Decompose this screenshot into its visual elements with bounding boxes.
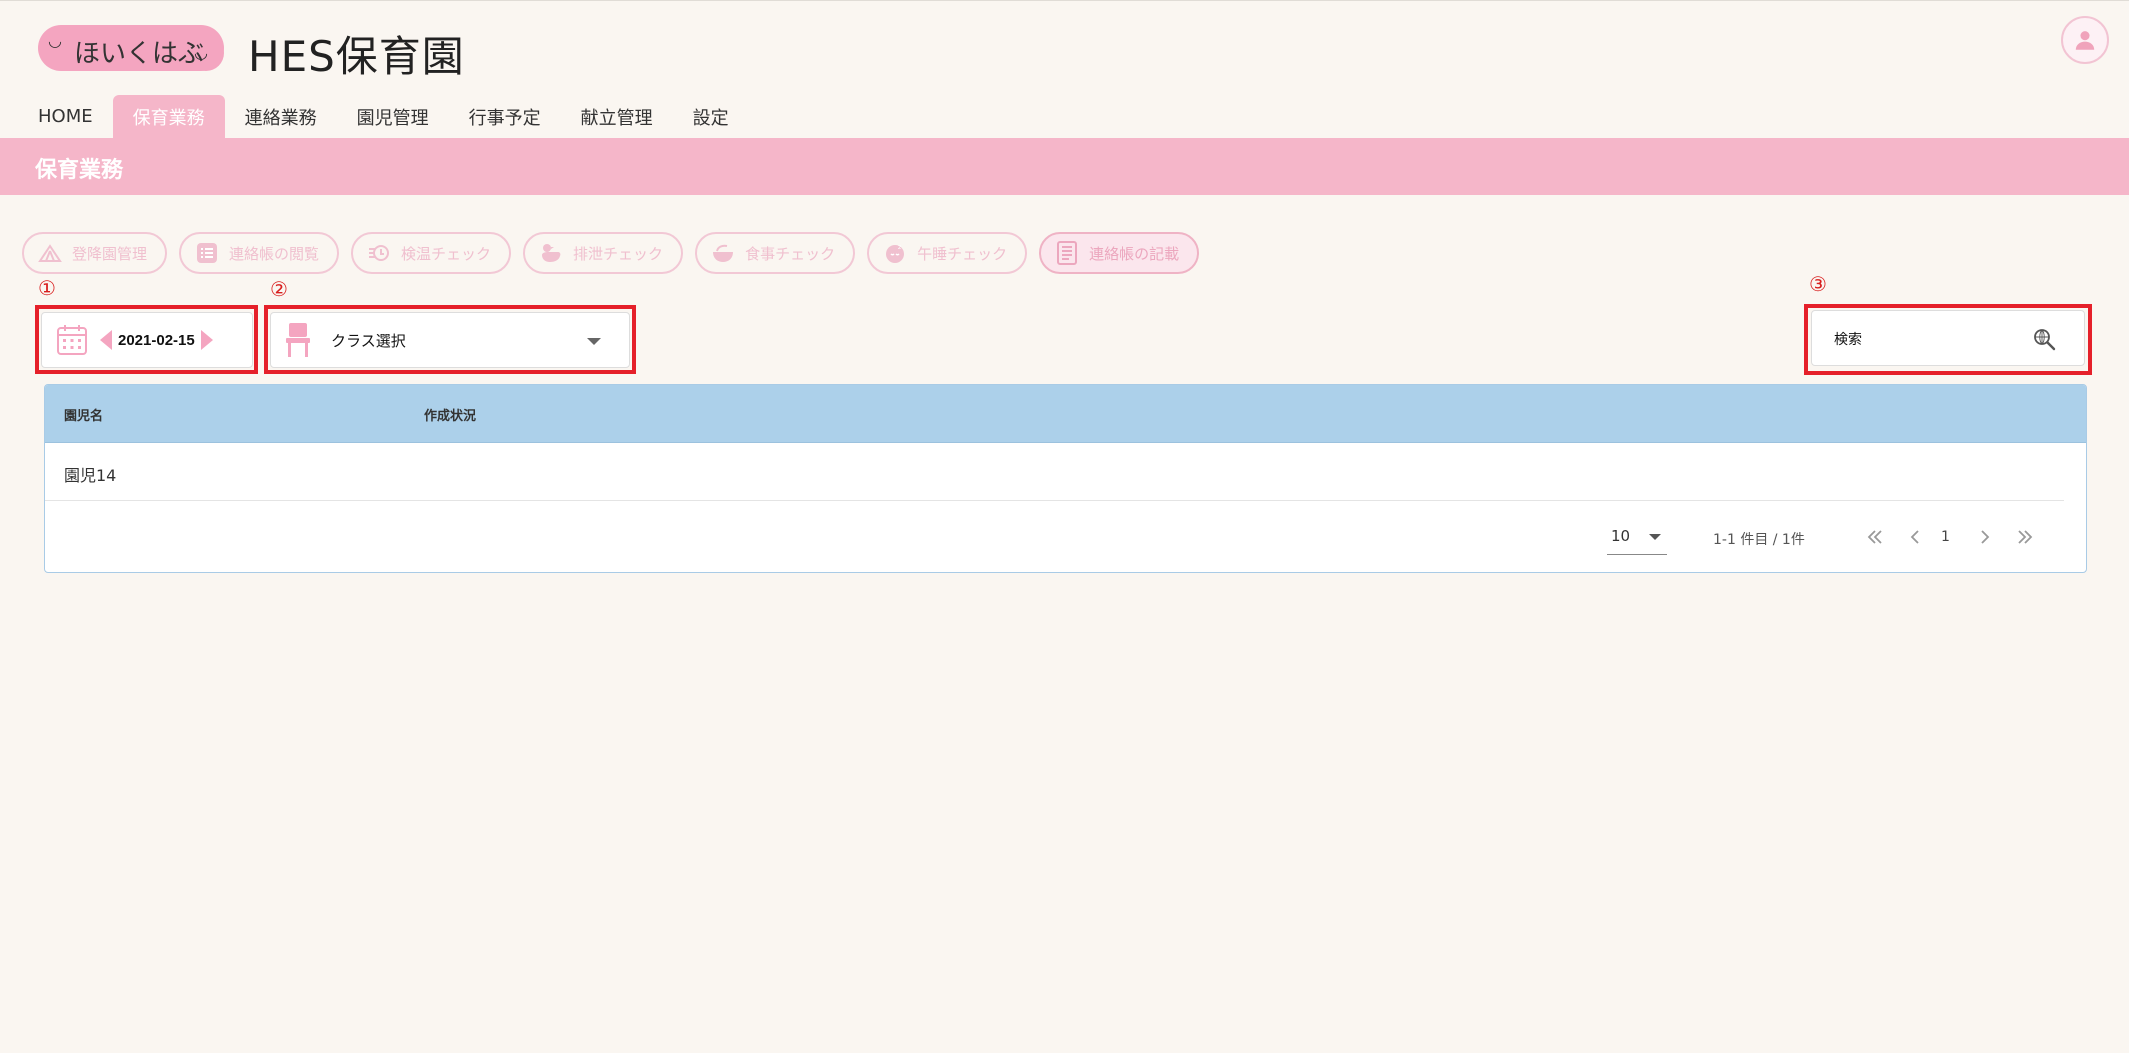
prev-page-button[interactable] [1901,523,1929,551]
date-value: 2021-02-15 [118,331,195,349]
logo-smile-icon: ◡ [48,31,62,50]
notebook-icon [1055,241,1079,265]
temperature-check-label: 検温チェック [401,244,492,263]
write-notebook-button[interactable]: 連絡帳の記載 [1039,232,1200,274]
meal-check-label: 食事チェック [745,244,836,263]
table-header: 園児名 作成状況 [45,385,2086,443]
child-name-cell: 園児14 [64,466,117,485]
column-header-name[interactable]: 園児名 [64,405,103,424]
app-logo[interactable]: ◡ ほいくはぶ ◡ [38,25,224,71]
logo-text: ほいくはぶ [74,39,205,69]
toilet-check-button[interactable]: 排泄チェック [523,232,684,274]
date-picker[interactable]: 2021-02-15 [41,312,253,368]
user-avatar-button[interactable] [2061,16,2109,64]
nav-item-childcare[interactable]: 保育業務 [112,95,225,138]
chevron-right-icon [1981,530,1990,544]
next-date-arrow-icon[interactable] [200,330,213,350]
pagination-range: 1-1 件目 / 1件 [1713,532,1805,548]
nav-item-children[interactable]: 園児管理 [337,95,449,138]
nav-item-home[interactable]: HOME [0,95,113,138]
function-button-row: 登降園管理 連絡帳の閲覧 検温チェック 排泄チェック 食事チェック z 午睡チェ… [22,232,1200,274]
duck-icon [539,242,563,264]
sleeping-baby-icon: z [883,242,907,264]
user-icon [2075,31,2095,50]
attendance-label: 登降園管理 [72,244,148,263]
tent-icon [38,242,62,264]
temperature-check-button[interactable]: 検温チェック [351,232,512,274]
annotation-number: ② [270,277,288,301]
app-title: HES保育園 [248,32,465,81]
column-header-status[interactable]: 作成状況 [424,405,476,424]
chevron-left-icon [1910,530,1919,544]
nav-item-settings[interactable]: 設定 [673,95,749,138]
children-table: 園児名 作成状況 園児14 10 1-1 件目 / 1件 1 [44,384,2087,573]
thermometer-icon [367,242,391,264]
first-page-button[interactable] [1861,523,1889,551]
search-box [1811,310,2085,366]
main-nav: HOME 保育業務 連絡業務 園児管理 行事予定 献立管理 設定 [0,95,749,138]
write-notebook-label: 連絡帳の記載 [1089,244,1180,263]
nav-item-contact[interactable]: 連絡業務 [225,95,337,138]
section-banner: 保育業務 [0,138,2129,195]
next-page-button[interactable] [1971,523,1999,551]
current-page-number[interactable]: 1 [1941,529,1950,545]
view-notebook-button[interactable]: 連絡帳の閲覧 [179,232,340,274]
search-icon[interactable] [2032,327,2056,351]
search-input[interactable] [1834,329,2014,351]
rows-per-page-value: 10 [1611,527,1631,545]
prev-date-arrow-icon[interactable] [100,330,112,350]
nav-item-menu[interactable]: 献立管理 [561,95,673,138]
nav-item-events[interactable]: 行事予定 [449,95,561,138]
last-page-button[interactable] [2011,523,2039,551]
view-notebook-label: 連絡帳の閲覧 [229,244,320,263]
chevron-down-icon [587,338,601,345]
double-chevron-left-icon [1867,530,1882,544]
table-row[interactable]: 園児14 [45,443,2064,501]
annotation-number: ③ [1809,272,1827,296]
nap-check-label: 午睡チェック [917,244,1008,263]
class-select[interactable]: クラス選択 [270,312,630,368]
logo-smile-icon: ◡ [194,43,208,62]
attendance-button[interactable]: 登降園管理 [22,232,168,274]
bowl-icon [711,242,735,264]
class-select-value: クラス選択 [331,331,406,350]
annotation-number: ① [38,276,56,300]
chevron-down-icon [1649,534,1661,540]
chair-icon [286,323,310,357]
svg-text:z: z [898,244,901,251]
pagination: 10 1-1 件目 / 1件 1 [45,501,2086,572]
toilet-check-label: 排泄チェック [573,244,664,263]
page-title: 保育業務 [35,158,124,183]
rows-per-page-select[interactable]: 10 [1607,525,1667,555]
top-header: ◡ ほいくはぶ ◡ HES保育園 [0,0,2129,95]
meal-check-button[interactable]: 食事チェック [695,232,856,274]
double-chevron-right-icon [2018,530,2033,544]
list-icon [195,242,219,264]
calendar-icon[interactable] [54,322,90,358]
nap-check-button[interactable]: z 午睡チェック [867,232,1028,274]
